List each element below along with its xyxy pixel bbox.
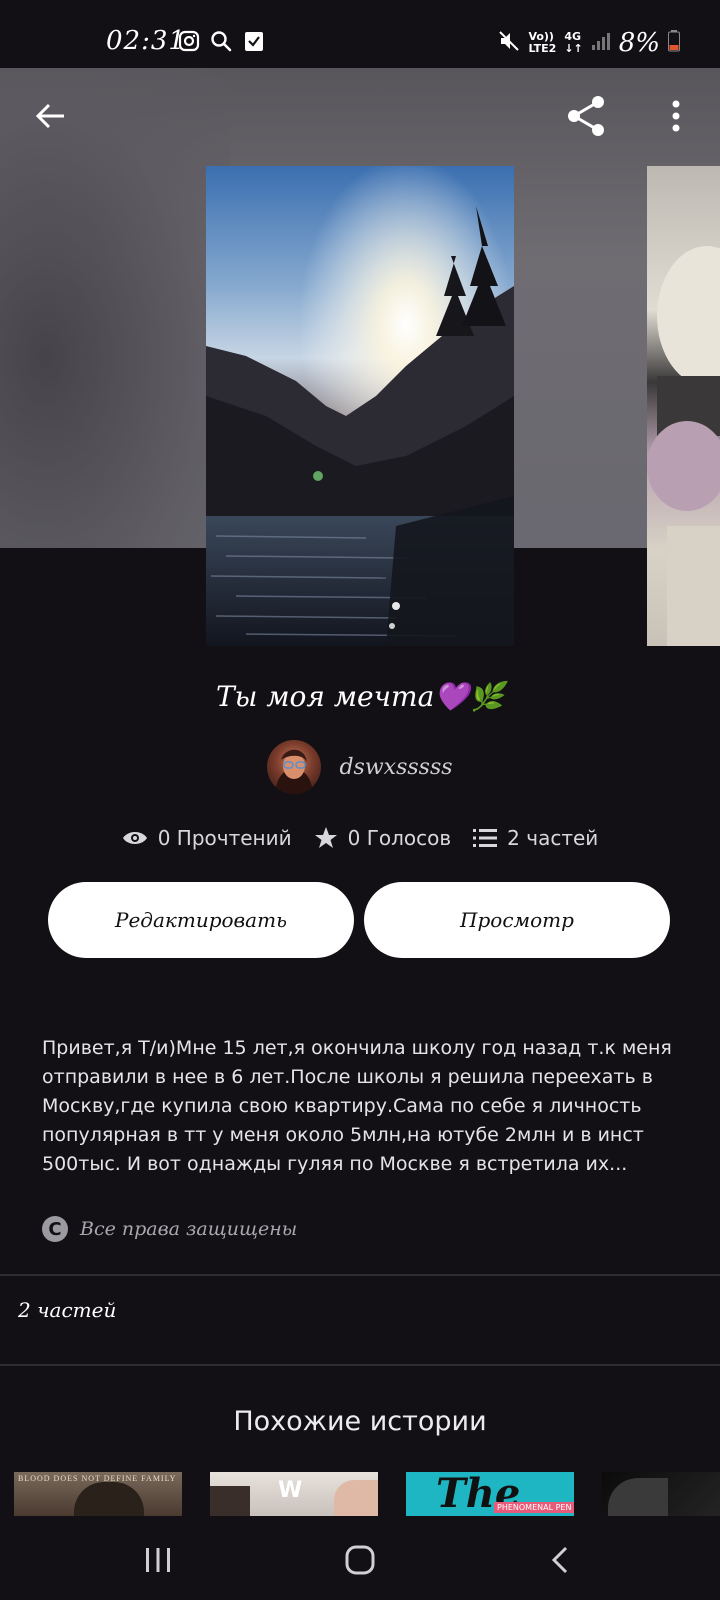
wattpad-logo: W xyxy=(278,1478,303,1503)
back-button[interactable] xyxy=(20,86,80,146)
votes-count: 0 Голосов xyxy=(347,826,452,850)
similar-story-4-figure xyxy=(608,1478,668,1516)
story-cover-image[interactable] xyxy=(206,166,514,646)
share-button[interactable] xyxy=(556,86,616,146)
avatar-portrait-art xyxy=(275,749,314,794)
status-indicators: Vo)) LTE2 4G ↓↑ 8% xyxy=(498,28,680,58)
story-details-screen: 02:31 Vo)) LTE2 4G ↓↑ 8% Ты моя мечта💜🌿 … xyxy=(0,0,720,1600)
mute-icon xyxy=(498,30,520,56)
home-button[interactable] xyxy=(320,1530,400,1590)
arrow-left-icon xyxy=(35,103,64,129)
author-avatar[interactable] xyxy=(267,740,322,794)
similar-story-1[interactable]: BLOOD DOES NOT DEFINE FAMILY xyxy=(14,1472,182,1516)
reads-count: 0 Прочтений xyxy=(157,826,292,850)
eye-icon xyxy=(122,832,147,844)
search-icon xyxy=(210,30,232,56)
preview-button[interactable]: Просмотр xyxy=(364,882,670,958)
votes-stat: 0 Голосов xyxy=(314,826,452,850)
author-row[interactable]: dswxsssss xyxy=(0,740,720,794)
reads-stat: 0 Прочтений xyxy=(122,826,292,850)
story-title: Ты моя мечта💜🌿 xyxy=(215,680,505,713)
similar-story-2-figure-right xyxy=(334,1480,378,1516)
system-navigation-bar xyxy=(0,1516,720,1600)
similar-story-2[interactable]: W xyxy=(210,1472,378,1516)
share-icon xyxy=(568,96,604,136)
divider-top xyxy=(0,1274,720,1276)
chevron-left-icon xyxy=(551,1546,568,1574)
copyright-icon: C xyxy=(42,1216,68,1242)
status-time: 02:31 xyxy=(106,26,186,56)
list-icon xyxy=(473,829,498,847)
similar-stories-title: Похожие истории xyxy=(233,1406,487,1437)
star-icon xyxy=(314,827,337,848)
battery-text: 8% xyxy=(618,28,660,58)
similar-story-2-figure-left xyxy=(210,1486,250,1516)
edit-button[interactable]: Редактировать xyxy=(48,882,354,958)
data-arrows-icon: ↓↑ xyxy=(564,42,583,55)
more-options-button[interactable] xyxy=(646,86,706,146)
recent-apps-button[interactable] xyxy=(118,1530,198,1590)
copyright-row: C Все права защищены xyxy=(42,1216,297,1242)
divider-bottom xyxy=(0,1364,720,1366)
battery-icon xyxy=(668,30,680,56)
similar-stories-carousel[interactable]: BLOOD DOES NOT DEFINE FAMILY W The PHENO… xyxy=(14,1472,720,1516)
more-vert-icon xyxy=(672,100,680,132)
back-nav-button[interactable] xyxy=(520,1530,600,1590)
story-description: Привет,я Т/и)Мне 15 лет,я окончила школу… xyxy=(42,1037,672,1175)
story-stats: 0 Прочтений 0 Голосов 2 частей xyxy=(0,826,720,850)
table-of-contents-link[interactable]: 2 частей xyxy=(18,1298,116,1322)
task-check-icon xyxy=(244,30,264,56)
similar-story-3-tag: PHENOMENAL PEN xyxy=(494,1502,574,1513)
similar-story-1-figure xyxy=(74,1482,144,1516)
home-icon xyxy=(345,1545,375,1575)
status-bar: 02:31 Vo)) LTE2 4G ↓↑ 8% xyxy=(0,0,720,68)
next-cover-image[interactable] xyxy=(647,166,720,646)
signal-icon xyxy=(591,31,611,55)
instagram-icon xyxy=(178,30,200,56)
similar-story-3[interactable]: The PHENOMENAL PEN xyxy=(406,1472,574,1516)
network-label: LTE2 xyxy=(528,42,557,55)
cover-landscape-art xyxy=(206,166,514,646)
copyright-text: Все права защищены xyxy=(80,1218,298,1240)
cover-people-art xyxy=(647,246,720,646)
parts-count: 2 частей xyxy=(507,826,599,850)
similar-story-4[interactable] xyxy=(602,1472,720,1516)
recent-apps-icon xyxy=(146,1548,170,1572)
author-name[interactable]: dswxsssss xyxy=(339,755,452,780)
parts-stat: 2 частей xyxy=(473,826,598,850)
